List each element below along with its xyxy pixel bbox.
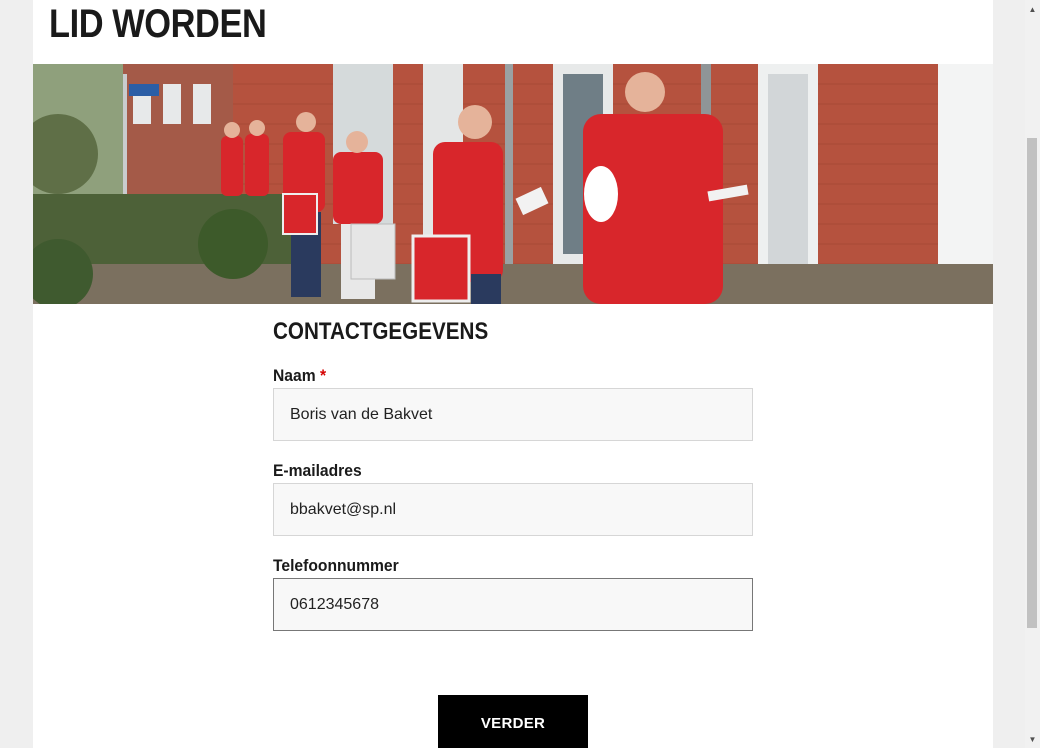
page-title: LID WORDEN	[49, 2, 267, 46]
main-content: LID WORDEN CONTACTGEGEVENS Naam * Boris …	[33, 0, 993, 748]
submit-wrap: VERDER	[438, 695, 588, 748]
hero-image	[33, 64, 993, 304]
contact-form: CONTACTGEGEVENS Naam * E-mailadres Telef…	[273, 318, 753, 631]
email-label: E-mailadres	[273, 461, 362, 480]
name-label-text: Naam	[273, 366, 316, 385]
email-input[interactable]	[273, 483, 753, 536]
phone-label: Telefoonnummer	[273, 556, 399, 575]
scrollbar-thumb[interactable]	[1027, 138, 1037, 628]
section-title: CONTACTGEGEVENS	[273, 318, 489, 345]
next-button[interactable]: VERDER	[438, 695, 588, 748]
vertical-scrollbar[interactable]: ▲ ▼	[1025, 0, 1040, 748]
name-input[interactable]	[273, 388, 753, 441]
required-marker: *	[319, 366, 327, 385]
arrow-up-icon[interactable]: ▲	[1025, 2, 1040, 16]
phone-input[interactable]	[273, 578, 753, 631]
arrow-down-icon[interactable]: ▼	[1025, 732, 1040, 746]
field-phone: Telefoonnummer	[273, 556, 753, 631]
name-label: Naam *	[273, 366, 715, 386]
field-name: Naam *	[273, 366, 753, 441]
field-email: E-mailadres	[273, 461, 753, 536]
